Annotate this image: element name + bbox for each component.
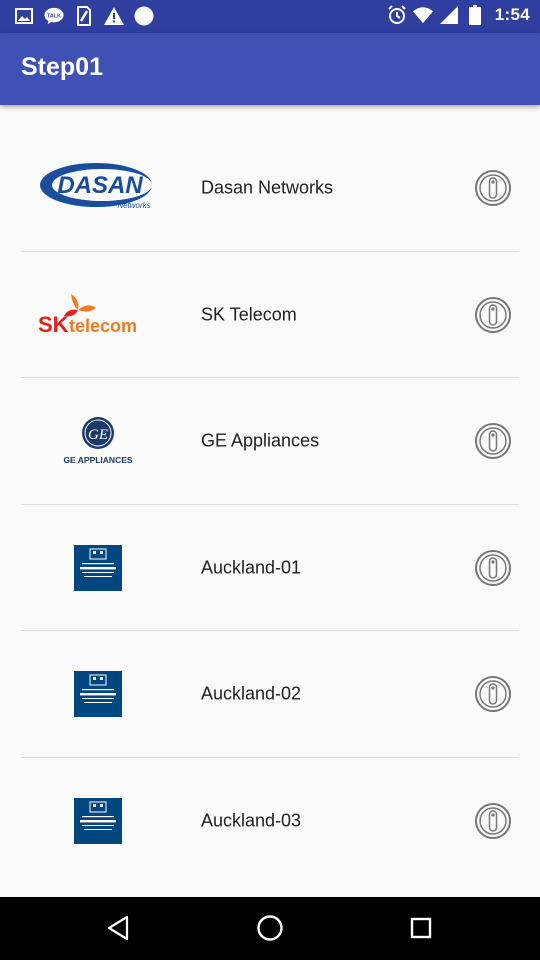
info-icon[interactable] — [474, 169, 512, 207]
signal-icon — [439, 4, 459, 26]
info-icon[interactable] — [474, 802, 512, 840]
home-icon[interactable] — [253, 911, 287, 945]
page-title: Step01 — [21, 53, 103, 81]
warning-icon — [104, 5, 124, 27]
ge-appliances-logo: GE GE APPLIANCES — [30, 378, 165, 505]
item-label: Auckland-02 — [201, 683, 302, 704]
list-item[interactable]: SK telecom SK Telecom — [0, 252, 540, 379]
item-label: Auckland-01 — [201, 557, 302, 578]
navigation-bar — [0, 897, 540, 960]
item-label: Auckland-03 — [201, 810, 302, 831]
sk-telecom-logo: SK telecom — [30, 252, 165, 379]
list-item[interactable]: Auckland-02 — [0, 631, 540, 758]
dasan-logo: DASAN Networks — [30, 125, 165, 252]
list-item[interactable]: GE GE APPLIANCES GE Appliances — [0, 378, 540, 505]
talk-icon: TALK — [44, 5, 64, 27]
image-icon — [14, 5, 34, 27]
svg-text:telecom: telecom — [69, 316, 137, 336]
svg-text:GE APPLIANCES: GE APPLIANCES — [63, 455, 132, 465]
info-icon[interactable] — [474, 675, 512, 713]
info-icon[interactable] — [474, 422, 512, 460]
auckland-logo — [30, 505, 165, 632]
svg-text:Networks: Networks — [117, 201, 150, 210]
item-label: Dasan Networks — [201, 177, 334, 198]
svg-text:TALK: TALK — [47, 13, 61, 19]
status-bar: TALK 1:54 — [0, 0, 540, 33]
company-list: DASAN Networks Dasan Networks SK telecom… — [0, 125, 540, 884]
auckland-logo — [30, 758, 165, 885]
svg-text:SK: SK — [38, 312, 69, 337]
sim-icon — [74, 5, 94, 27]
item-label: GE Appliances — [201, 430, 320, 451]
battery-icon — [465, 4, 485, 26]
back-icon[interactable] — [101, 911, 135, 945]
app-bar: Step01 — [0, 33, 540, 105]
info-icon[interactable] — [474, 296, 512, 334]
item-label: SK Telecom — [201, 304, 297, 325]
svg-text:DASAN: DASAN — [57, 172, 143, 199]
info-icon[interactable] — [474, 549, 512, 587]
circle-icon — [134, 5, 154, 27]
recents-icon[interactable] — [404, 911, 438, 945]
list-item[interactable]: DASAN Networks Dasan Networks — [0, 125, 540, 252]
wifi-icon — [412, 4, 433, 26]
auckland-logo — [30, 631, 165, 758]
list-item[interactable]: Auckland-01 — [0, 505, 540, 632]
alarm-icon — [387, 4, 407, 26]
status-time: 1:54 — [494, 5, 530, 24]
list-item[interactable]: Auckland-03 — [0, 758, 540, 885]
svg-text:GE: GE — [88, 427, 108, 443]
